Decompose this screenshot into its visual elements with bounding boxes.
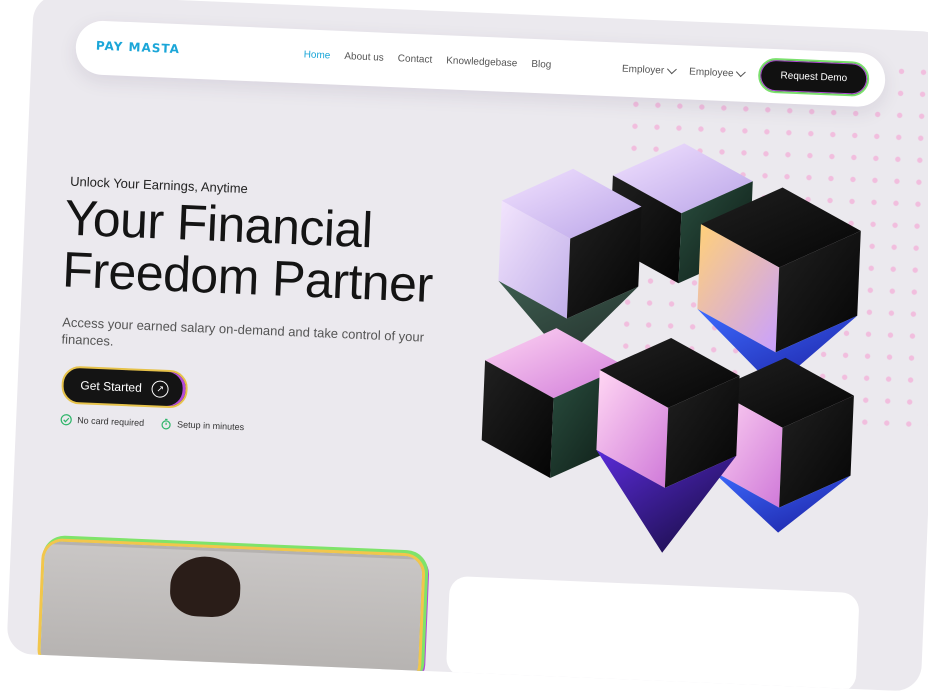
info-card <box>445 575 860 692</box>
get-started-label: Get Started <box>80 378 143 395</box>
arrow-up-right-icon: ↗ <box>151 379 170 398</box>
nav-link-contact[interactable]: Contact <box>398 53 433 65</box>
feature-setup-label: Setup in minutes <box>176 419 245 433</box>
stopwatch-icon <box>161 418 171 430</box>
employer-dropdown[interactable]: Employer <box>621 63 677 77</box>
nav-links: Home About us Contact Knowledgebase Blog <box>303 49 551 70</box>
hero-headline: Your Financial Freedom Partner <box>61 190 435 313</box>
cube-front-center <box>596 337 740 553</box>
nav-link-knowledgebase[interactable]: Knowledgebase <box>446 55 518 69</box>
get-started-button[interactable]: Get Started ↗ <box>60 365 189 409</box>
check-circle-icon <box>60 414 72 426</box>
employee-dropdown[interactable]: Employee <box>688 66 747 80</box>
chevron-down-icon <box>666 64 677 75</box>
landing-page: PAY MASTA Home About us Contact Knowledg… <box>6 0 928 692</box>
hero-cubes-illustration <box>481 143 861 553</box>
nav-right: Employer Employee Request Demo <box>621 52 870 98</box>
nav-link-blog[interactable]: Blog <box>531 59 551 71</box>
top-navbar: PAY MASTA Home About us Contact Knowledg… <box>74 19 887 108</box>
feature-setup: Setup in minutes <box>160 418 244 434</box>
request-demo-button[interactable]: Request Demo <box>757 57 870 98</box>
employee-dropdown-label: Employee <box>688 66 734 80</box>
employer-dropdown-label: Employer <box>621 63 665 77</box>
hero-subtext: Access your earned salary on-demand and … <box>61 314 425 349</box>
nav-link-home[interactable]: Home <box>303 49 330 61</box>
feature-no-card: No card required <box>60 413 144 429</box>
brand-logo[interactable]: PAY MASTA <box>96 39 181 57</box>
person-photo <box>169 555 242 619</box>
nav-link-about[interactable]: About us <box>344 51 384 64</box>
hero-features: No card required Setup in minutes <box>60 413 244 433</box>
feature-no-card-label: No card required <box>76 415 145 428</box>
chevron-down-icon <box>736 67 747 78</box>
profile-photo-card <box>39 540 423 683</box>
